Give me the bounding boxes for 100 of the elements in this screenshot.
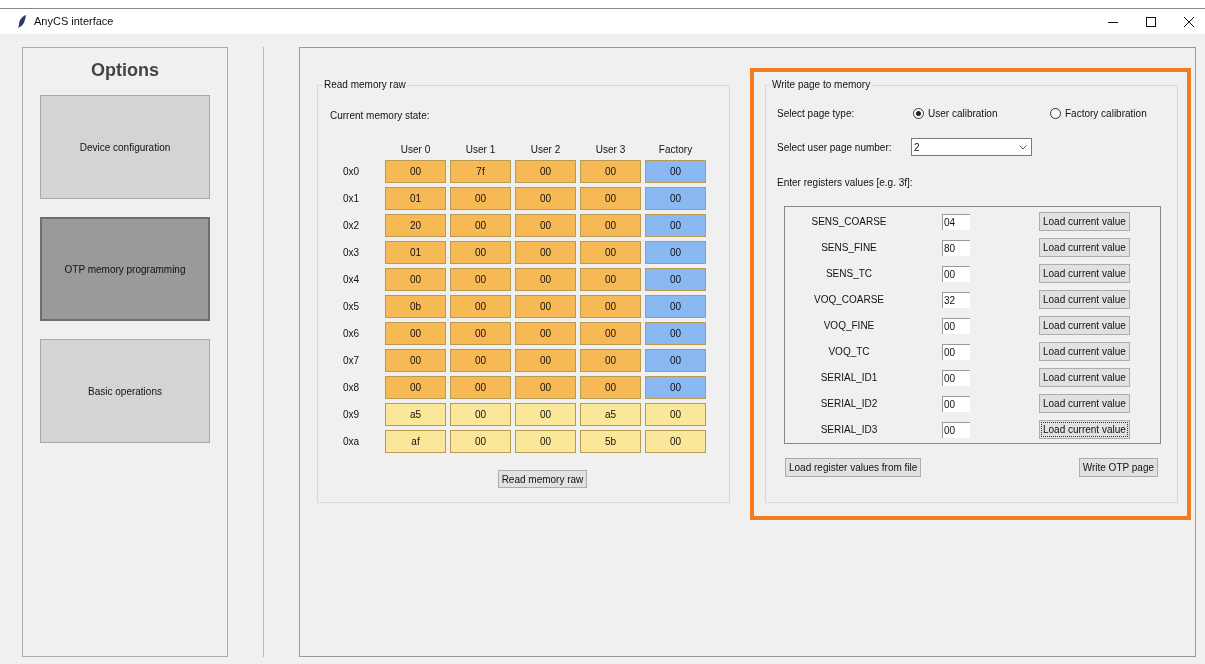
memory-cell: a5 [385,403,446,426]
register-name: SERIAL_ID3 [819,423,879,437]
address-label: 0x9 [342,408,361,422]
memory-cell: 00 [645,403,706,426]
write-otp-button[interactable]: Write OTP page [1078,458,1158,477]
read-memory-button[interactable]: Read memory raw [497,470,588,488]
load-current-value-button[interactable]: Load current value [1039,394,1130,413]
close-icon[interactable] [1184,16,1194,27]
address-label: 0xa [342,435,361,449]
register-input[interactable]: 04 [942,213,970,230]
load-current-value-button[interactable]: Load current value [1039,238,1130,257]
sidebar-item[interactable]: Basic operations [40,339,210,443]
memory-cell: 00 [450,187,511,210]
load-current-value-button[interactable]: Load current value [1039,342,1130,361]
load-current-value-button[interactable]: Load current value [1039,368,1130,387]
memory-cell: 00 [645,214,706,237]
address-label: 0x7 [342,354,361,368]
page-number-label: Select user page number: [777,140,893,155]
memory-cell: 00 [645,187,706,210]
memory-cell: 00 [385,376,446,399]
address-label: 0x3 [342,246,361,260]
radio-label: Factory calibration [1065,106,1147,121]
register-name: VOQ_TC [827,345,871,359]
memory-caption: Current memory state: [330,109,431,123]
memory-cell: 00 [450,376,511,399]
memory-cell: 00 [450,241,511,264]
memory-cell: 00 [515,214,576,237]
memory-cell: 00 [515,268,576,291]
radio-button[interactable] [913,107,924,119]
memory-cell: 00 [580,160,641,183]
address-label: 0x5 [342,300,361,314]
memory-cell: 00 [385,268,446,291]
memory-cell: 00 [515,430,576,453]
memory-cell: 00 [450,322,511,345]
address-label: 0x8 [342,381,361,395]
feather-icon [18,15,27,28]
memory-cell: 7f [450,160,511,183]
column-header: Factory [657,142,694,157]
memory-cell: 00 [580,214,641,237]
memory-cell: af [385,430,446,453]
memory-cell: 0b [385,295,446,318]
memory-cell: 00 [385,160,446,183]
options-title: Options [91,59,159,82]
memory-cell: 00 [580,376,641,399]
address-label: 0x1 [342,192,361,206]
memory-cell: 00 [385,322,446,345]
load-from-file-button[interactable]: Load register values from file [785,458,922,477]
register-name: SENS_FINE [820,241,878,255]
load-current-value-button[interactable]: Load current value [1039,290,1130,309]
memory-cell: 00 [450,349,511,372]
memory-cell: 00 [515,322,576,345]
maximize-icon[interactable] [1146,16,1156,27]
memory-cell: 00 [450,403,511,426]
memory-cell: 00 [450,268,511,291]
address-label: 0x2 [342,219,361,233]
register-input[interactable]: 00 [942,395,970,412]
column-header: User 0 [399,142,432,157]
page-type-label: Select page type: [777,106,856,121]
sidebar-item[interactable]: OTP memory programming [40,217,210,321]
register-input[interactable]: 80 [942,239,970,256]
register-input[interactable]: 00 [942,421,970,438]
radio-label: User calibration [928,106,998,121]
load-current-value-button[interactable]: Load current value [1039,316,1130,335]
address-label: 0x4 [342,273,361,287]
register-input[interactable]: 00 [942,343,970,360]
memory-cell: 00 [645,430,706,453]
memory-cell: 5b [580,430,641,453]
memory-cell: 00 [645,376,706,399]
memory-cell: 00 [645,160,706,183]
window-title: AnyCS interface [34,14,114,30]
radio-button[interactable] [1050,107,1061,119]
memory-cell: 00 [645,295,706,318]
register-name: SERIAL_ID1 [819,371,879,385]
load-current-value-button[interactable]: Load current value [1039,212,1130,231]
register-input[interactable]: 32 [942,291,970,308]
chevron-down-icon [1019,144,1027,150]
register-name: SENS_COARSE [810,215,888,229]
memory-cell: 00 [515,295,576,318]
column-header: User 2 [529,142,562,157]
sidebar-item[interactable]: Device configuration [40,95,210,199]
load-current-value-button[interactable]: Load current value [1039,264,1130,283]
memory-cell: 00 [450,430,511,453]
memory-cell: 00 [580,349,641,372]
memory-cell: 00 [515,160,576,183]
memory-cell: 00 [515,403,576,426]
memory-cell: 01 [385,241,446,264]
group-title: Write page to memory [771,79,872,91]
register-input[interactable]: 00 [942,265,970,282]
register-name: VOQ_FINE [822,319,876,333]
register-input[interactable]: 00 [942,369,970,386]
memory-cell: 00 [385,349,446,372]
address-label: 0x6 [342,327,361,341]
memory-cell: 00 [645,241,706,264]
page-number-dropdown[interactable]: 2 [911,138,1032,156]
memory-cell: 00 [580,295,641,318]
load-current-value-button[interactable]: Load current value [1039,420,1130,439]
register-name: SENS_TC [824,267,874,281]
memory-cell: 00 [515,187,576,210]
memory-cell: 00 [645,322,706,345]
register-input[interactable]: 00 [942,317,970,334]
